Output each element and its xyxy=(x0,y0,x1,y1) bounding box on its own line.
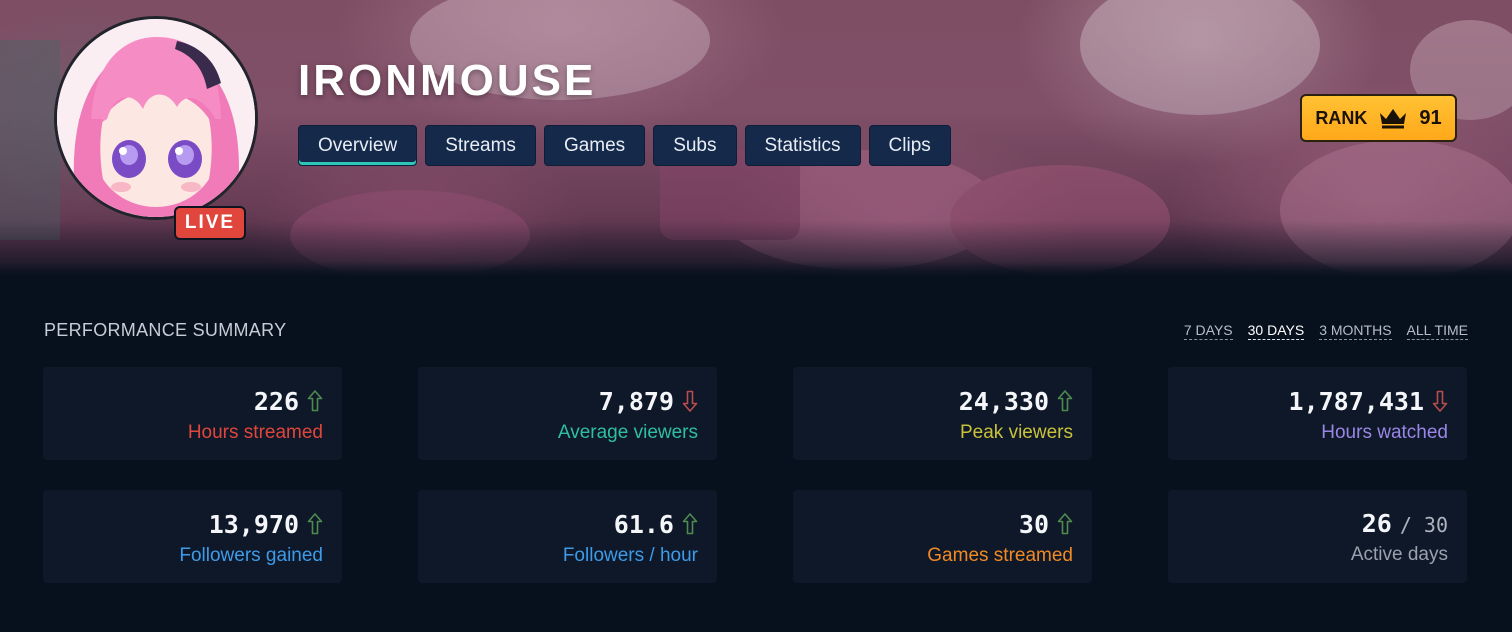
tab-statistics[interactable]: Statistics xyxy=(744,125,861,166)
channel-tabs: Overview Streams Games Subs Statistics C… xyxy=(298,125,951,166)
performance-summary-title: PERFORMANCE SUMMARY xyxy=(44,320,287,340)
trend-up-icon xyxy=(307,389,323,413)
avatar-illustration xyxy=(57,19,255,217)
avatar[interactable]: LIVE xyxy=(54,16,258,240)
trend-up-icon xyxy=(682,512,698,536)
rank-label: RANK xyxy=(1315,107,1368,128)
stat-label: Hours watched xyxy=(1321,421,1448,443)
stat-value: 61.6 xyxy=(613,509,674,539)
stat-card-active-days: 26 / 30 Active days xyxy=(1168,490,1467,583)
live-badge: LIVE xyxy=(174,206,246,240)
stat-value: 24,330 xyxy=(958,386,1049,416)
crown-icon xyxy=(1380,109,1407,129)
rank-value: 91 xyxy=(1419,106,1442,129)
stat-value: 26 xyxy=(1361,509,1392,538)
rank-badge[interactable]: RANK 91 xyxy=(1300,94,1457,142)
tab-overview[interactable]: Overview xyxy=(298,125,418,166)
trend-down-icon xyxy=(1432,389,1448,413)
stat-value: 1,787,431 xyxy=(1288,386,1424,416)
stat-card-peak-viewers: 24,330 Peak viewers xyxy=(793,367,1092,460)
stat-value: 226 xyxy=(253,386,299,416)
trend-up-icon xyxy=(307,512,323,536)
stat-card-hours-streamed: 226 Hours streamed xyxy=(43,367,342,460)
stat-label: Games streamed xyxy=(927,544,1073,566)
period-7-days[interactable]: 7 DAYS xyxy=(1183,322,1233,340)
stat-label: Active days xyxy=(1350,544,1448,565)
stat-label: Followers / hour xyxy=(562,544,698,566)
tab-subs[interactable]: Subs xyxy=(653,125,737,166)
avatar-image xyxy=(54,16,258,220)
stat-label: Followers gained xyxy=(179,544,323,566)
trend-up-icon xyxy=(1057,512,1073,536)
stat-card-hours-watched: 1,787,431 Hours watched xyxy=(1168,367,1467,460)
stat-value-total: / 30 xyxy=(1399,513,1448,537)
period-selector: 7 DAYS 30 DAYS 3 MONTHS ALL TIME xyxy=(1183,322,1468,340)
stat-card-followers-per-hour: 61.6 Followers / hour xyxy=(418,490,717,583)
tab-clips[interactable]: Clips xyxy=(868,125,951,166)
tab-games[interactable]: Games xyxy=(543,125,646,166)
stat-value: 30 xyxy=(1018,509,1049,539)
stat-value: 13,970 xyxy=(208,509,299,539)
stat-label: Peak viewers xyxy=(960,421,1073,443)
channel-name: IRONMOUSE xyxy=(298,56,597,105)
stat-card-followers-gained: 13,970 Followers gained xyxy=(43,490,342,583)
tab-streams[interactable]: Streams xyxy=(425,125,536,166)
header-bottom-shadow xyxy=(0,262,1512,276)
period-30-days[interactable]: 30 DAYS xyxy=(1247,322,1305,340)
stat-label: Average viewers xyxy=(557,421,698,443)
period-3-months[interactable]: 3 MONTHS xyxy=(1319,322,1392,340)
stat-grid: 226 Hours streamed 7,879 Average viewers… xyxy=(43,367,1467,583)
trend-down-icon xyxy=(682,389,698,413)
stat-card-games-streamed: 30 Games streamed xyxy=(793,490,1092,583)
trend-up-icon xyxy=(1057,389,1073,413)
period-all-time[interactable]: ALL TIME xyxy=(1406,322,1468,340)
channel-header: LIVE IRONMOUSE Overview Streams Games Su… xyxy=(0,0,1512,276)
stat-value: 7,879 xyxy=(598,386,674,416)
stat-label: Hours streamed xyxy=(187,421,323,443)
stat-card-average-viewers: 7,879 Average viewers xyxy=(418,367,717,460)
